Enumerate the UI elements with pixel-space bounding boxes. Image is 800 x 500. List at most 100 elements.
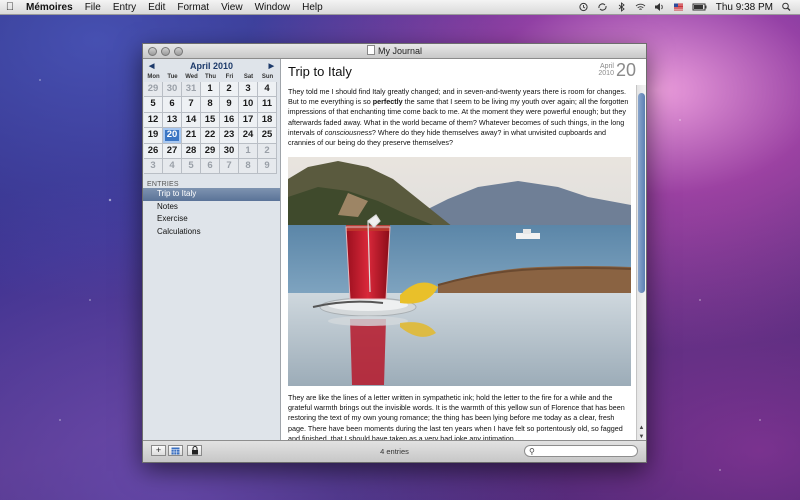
title-bar[interactable]: My Journal	[143, 44, 646, 59]
entry-date-year: 2010	[598, 70, 614, 77]
bluetooth-icon[interactable]	[616, 2, 627, 12]
volume-icon[interactable]	[654, 2, 665, 12]
calendar-day[interactable]: 7	[182, 97, 201, 113]
menu-help[interactable]: Help	[296, 2, 329, 13]
calendar-day[interactable]: 14	[182, 112, 201, 129]
menu-app-name[interactable]: Mémoires	[20, 2, 79, 13]
calendar-header: ◀ April 2010 ▶	[143, 60, 280, 72]
flag-icon[interactable]	[673, 2, 684, 12]
calendar-day[interactable]: 16	[220, 112, 239, 129]
menu-clock[interactable]: Thu 9:38 PM	[716, 2, 773, 13]
calendar-day[interactable]: 30	[163, 82, 182, 98]
calendar-day[interactable]: 10	[239, 97, 258, 113]
calendar-day[interactable]: 18	[258, 112, 277, 129]
menu-file[interactable]: File	[79, 2, 107, 13]
calendar-day[interactable]: 31	[182, 82, 201, 98]
calendar-day[interactable]: 2	[220, 82, 239, 98]
calendar-day[interactable]: 7	[220, 158, 239, 175]
entry-date-day: 20	[615, 60, 636, 80]
calendar-day[interactable]: 23	[220, 128, 239, 144]
calendar-day[interactable]: 11	[258, 97, 277, 113]
calendar-day[interactable]: 3	[239, 82, 258, 98]
time-machine-icon[interactable]	[578, 2, 589, 12]
menu-entry[interactable]: Entry	[107, 2, 142, 13]
calendar-month-label: April 2010	[189, 61, 234, 71]
calendar-day[interactable]: 6	[163, 97, 182, 113]
next-month-icon[interactable]: ▶	[269, 62, 274, 70]
entry-date: April 2010 20	[598, 61, 636, 79]
wifi-icon[interactable]	[635, 2, 646, 12]
weekday-label: Sun	[261, 74, 274, 80]
entry-paragraph-2[interactable]: They are like the lines of a letter writ…	[288, 393, 631, 444]
sidebar: ◀ April 2010 ▶ Mon Tue Wed Thu Fri Sat Sun 29 3…	[143, 59, 281, 441]
calendar-day[interactable]: 1	[201, 82, 220, 98]
calendar-day[interactable]: 4	[163, 158, 182, 175]
sync-icon[interactable]	[597, 2, 608, 12]
weekday-label: Mon	[147, 74, 160, 80]
calendar-day[interactable]: 17	[239, 112, 258, 129]
calendar-day[interactable]: 1	[239, 143, 258, 159]
calendar-day[interactable]: 9	[258, 158, 277, 175]
window-title: My Journal	[377, 46, 422, 56]
weekday-label: Fri	[225, 74, 234, 80]
sidebar-entry-item[interactable]: Calculations	[143, 226, 280, 239]
calendar-day[interactable]: 9	[220, 97, 239, 113]
calendar-day[interactable]: 15	[201, 112, 220, 129]
calendar-day[interactable]: 29	[201, 143, 220, 159]
menu-bar:  Mémoires File Entry Edit Format View W…	[0, 0, 800, 15]
calendar-day[interactable]: 2	[258, 143, 277, 159]
calendar-day[interactable]: 4	[258, 82, 277, 98]
calendar-day[interactable]: 20	[163, 128, 182, 144]
calendar-day[interactable]: 19	[144, 128, 163, 144]
apple-icon[interactable]: 	[0, 1, 20, 13]
bottom-bar: + 4 entries ⚲	[143, 440, 646, 462]
calendar-day[interactable]: 13	[163, 112, 182, 129]
calendar-day[interactable]: 5	[144, 97, 163, 113]
entry-photo[interactable]	[288, 157, 631, 386]
weekday-label: Tue	[167, 74, 178, 80]
p1-bold-word: perfectly	[372, 97, 403, 107]
calendar-day[interactable]: 24	[239, 128, 258, 144]
scroll-up-icon[interactable]: ▲	[637, 425, 646, 431]
menu-view[interactable]: View	[215, 2, 249, 13]
calendar-day[interactable]: 22	[201, 128, 220, 144]
calendar-day[interactable]: 6	[201, 158, 220, 175]
calendar-day[interactable]: 8	[239, 158, 258, 175]
vertical-scrollbar[interactable]: ▲ ▼	[636, 85, 646, 441]
spotlight-icon[interactable]	[781, 2, 792, 12]
prev-month-icon[interactable]: ◀	[149, 62, 154, 70]
calendar-day[interactable]: 29	[144, 82, 163, 98]
calendar-day[interactable]: 12	[144, 112, 163, 129]
sidebar-entry-item[interactable]: Trip to Italy	[143, 188, 280, 201]
journal-window: My Journal ◀ April 2010 ▶ Mon Tue Wed Thu Fr…	[142, 43, 647, 463]
calendar-day[interactable]: 5	[182, 158, 201, 175]
entries-header: ENTRIES	[147, 181, 179, 189]
p1-italic-word: consciousness	[324, 127, 372, 137]
calendar-grid: 29 30 31 1 2 3 4 5 6 7 8 9 10 11 12 13 14 15 16 17 18 19 20 21 2…	[143, 82, 280, 175]
menu-edit[interactable]: Edit	[142, 2, 171, 13]
calendar-day[interactable]: 3	[144, 158, 163, 175]
menu-format[interactable]: Format	[171, 2, 215, 13]
calendar-weekdays: Mon Tue Wed Thu Fri Sat Sun	[143, 72, 280, 82]
entry-list: Trip to Italy Notes Exercise Calculations	[143, 188, 280, 238]
entry-date-month-year: April 2010	[598, 63, 614, 77]
search-field[interactable]: ⚲	[524, 445, 638, 457]
calendar-day[interactable]: 8	[201, 97, 220, 113]
window-title-wrap: My Journal	[143, 45, 646, 56]
sidebar-entry-item[interactable]: Exercise	[143, 213, 280, 226]
scroll-thumb[interactable]	[638, 93, 645, 293]
entry-title[interactable]: Trip to Italy	[288, 64, 352, 79]
sidebar-entry-item[interactable]: Notes	[143, 201, 280, 214]
calendar-day[interactable]: 21	[182, 128, 201, 144]
menu-window[interactable]: Window	[249, 2, 297, 13]
calendar-day[interactable]: 27	[163, 143, 182, 159]
entry-editor[interactable]: Trip to Italy April 2010 20 They told me …	[281, 59, 646, 444]
calendar-day[interactable]: 26	[144, 143, 163, 159]
calendar-day[interactable]: 30	[220, 143, 239, 159]
document-icon	[366, 45, 375, 55]
entry-date-month: April	[599, 63, 614, 70]
battery-icon[interactable]	[692, 2, 708, 12]
calendar-day[interactable]: 28	[182, 143, 201, 159]
entry-paragraph-1[interactable]: They told me I should find Italy greatly…	[288, 87, 631, 148]
calendar-day[interactable]: 25	[258, 128, 277, 144]
